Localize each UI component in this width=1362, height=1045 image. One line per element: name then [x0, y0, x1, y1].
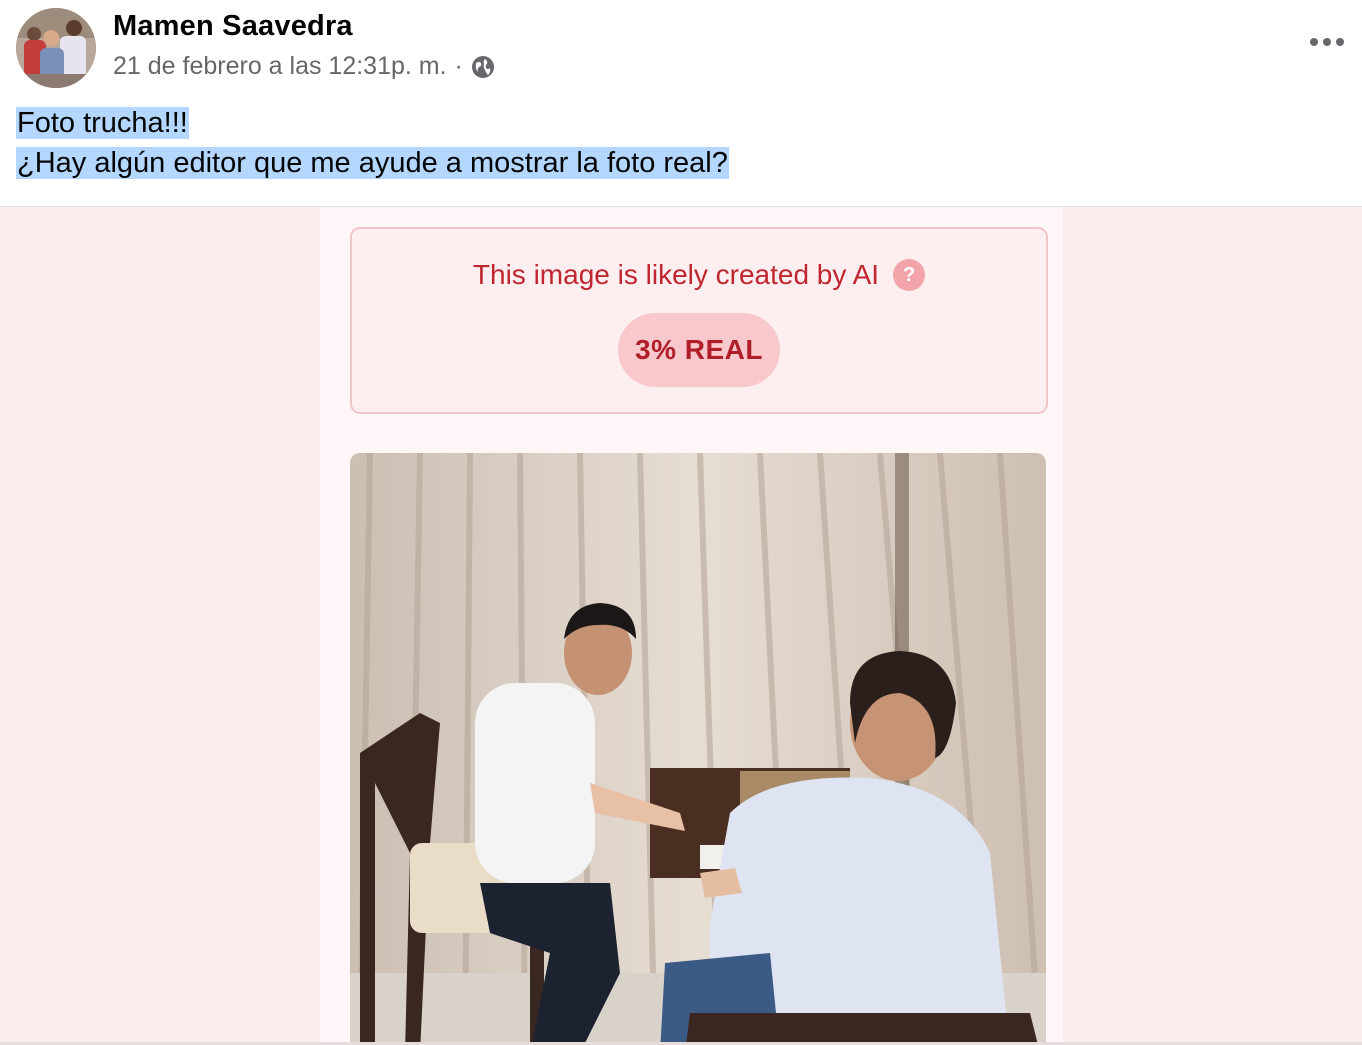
ai-detection-title-text: This image is likely created by AI	[472, 259, 880, 290]
post-attachment[interactable]: This image is likely created by AI? 3% R…	[0, 206, 1362, 1045]
post-text-line-2: ¿Hay algún editor que me ayude a mostrar…	[16, 143, 729, 183]
highlighted-text: Foto trucha!!!	[16, 107, 189, 139]
post-text-line-1: Foto trucha!!!	[16, 103, 729, 143]
author-avatar[interactable]	[16, 8, 96, 88]
question-icon[interactable]: ?	[893, 259, 926, 291]
post-header: Mamen Saavedra 21 de febrero a las 12:31…	[0, 0, 1362, 100]
post-timestamp[interactable]: 21 de febrero a las 12:31p. m.	[113, 52, 447, 81]
more-options-icon	[1310, 38, 1318, 46]
meta-separator: ·	[454, 52, 463, 80]
more-options-button[interactable]	[1310, 28, 1344, 56]
globe-icon[interactable]	[471, 55, 495, 79]
screenshot-attachment: This image is likely created by AI? 3% R…	[320, 207, 1063, 1045]
ai-detection-card: This image is likely created by AI? 3% R…	[350, 227, 1048, 414]
ai-detection-title: This image is likely created by AI?	[352, 259, 1046, 291]
highlighted-text: ¿Hay algún editor que me ayude a mostrar…	[16, 147, 729, 179]
ai-score-badge: 3% REAL	[618, 313, 780, 387]
post-text: Foto trucha!!! ¿Hay algún editor que me …	[16, 103, 729, 183]
author-name[interactable]: Mamen Saavedra	[113, 10, 353, 43]
analyzed-photo	[350, 453, 1046, 1045]
post-meta: 21 de febrero a las 12:31p. m. ·	[113, 52, 495, 81]
